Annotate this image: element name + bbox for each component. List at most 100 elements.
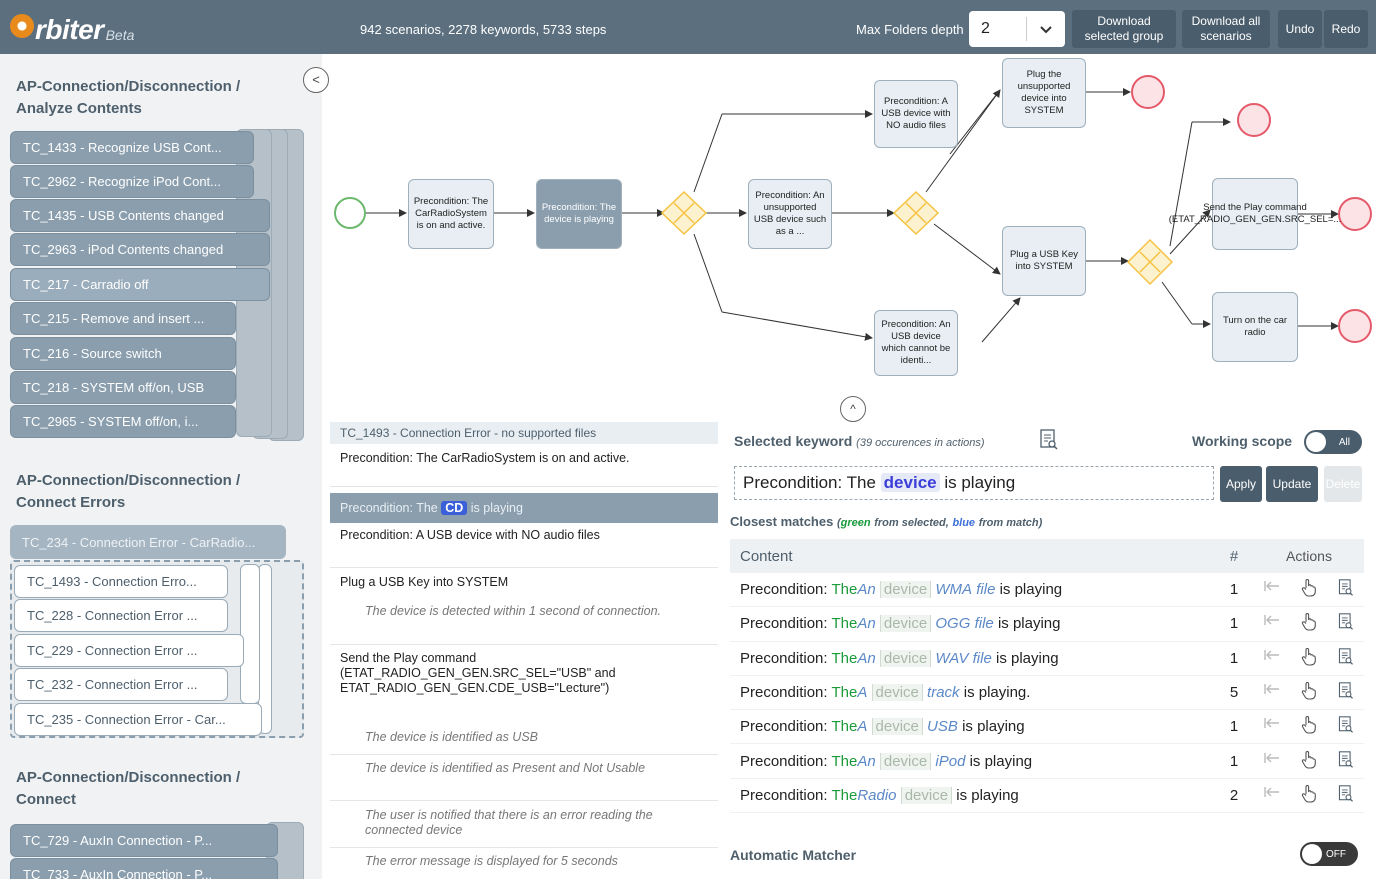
merge-icon[interactable] — [1264, 785, 1280, 806]
end-node[interactable] — [1338, 197, 1372, 231]
step[interactable]: Precondition: The CarRadioSystem is on a… — [330, 451, 718, 465]
closest-matches-label: Closest matches (green from selected, bl… — [730, 514, 1042, 529]
divider — [330, 800, 718, 801]
hand-pointer-icon[interactable] — [1301, 647, 1317, 669]
hand-pointer-icon[interactable] — [1301, 613, 1317, 634]
automatic-matcher-toggle[interactable]: OFF — [1300, 842, 1358, 866]
end-node[interactable] — [1237, 103, 1271, 137]
merge-icon[interactable] — [1264, 682, 1280, 703]
table-row[interactable]: Precondition: TheAn device WAV file is p… — [730, 642, 1364, 676]
scenario-item[interactable]: TC_216 - Source switch — [10, 337, 236, 370]
step[interactable]: Plug a USB Key into SYSTEM — [330, 575, 718, 589]
row-actions — [1254, 681, 1364, 703]
merge-icon[interactable] — [1264, 613, 1280, 634]
table-row[interactable]: Precondition: TheAn device WMA file is p… — [730, 573, 1364, 608]
table-row[interactable]: Precondition: TheAn device OGG file is p… — [730, 607, 1364, 642]
scenario-item[interactable]: TC_228 - Connection Error ... — [14, 599, 228, 632]
table-row[interactable]: Precondition: TheRadio device is playing… — [730, 779, 1364, 814]
download-all-button[interactable]: Download all scenarios — [1182, 10, 1270, 48]
match-count: 1 — [1229, 581, 1239, 599]
hand-pointer-icon[interactable] — [1301, 681, 1317, 703]
step-check[interactable]: The device is identified as USB — [330, 730, 718, 744]
graph-node[interactable]: Send the Play command (ETAT_RADIO_GEN_GE… — [1169, 178, 1341, 250]
working-scope-toggle[interactable]: All — [1304, 430, 1362, 454]
document-search-icon[interactable] — [1338, 785, 1354, 806]
scenario-item[interactable]: TC_1433 - Recognize USB Cont... — [10, 131, 254, 164]
end-node[interactable] — [1131, 75, 1165, 109]
graph-node[interactable]: Plug a USB Key into SYSTEM — [1002, 226, 1086, 296]
merge-icon[interactable] — [1264, 716, 1280, 737]
document-search-icon[interactable] — [1040, 429, 1058, 451]
download-selected-button[interactable]: Download selected group — [1072, 10, 1176, 48]
undo-button[interactable]: Undo — [1278, 10, 1322, 48]
document-search-icon[interactable] — [1338, 750, 1354, 772]
step[interactable]: Precondition: A USB device with NO audio… — [330, 528, 718, 542]
scenario-item[interactable]: TC_215 - Remove and insert ... — [10, 302, 236, 335]
scenario-item[interactable]: TC_235 - Connection Error - Car... — [14, 703, 262, 736]
toggle-knob — [1306, 432, 1326, 452]
gateway-node[interactable] — [892, 190, 940, 236]
match-word: iPod — [935, 752, 966, 770]
delete-button[interactable]: Delete — [1324, 466, 1362, 502]
document-search-icon[interactable] — [1338, 648, 1354, 669]
start-node[interactable] — [334, 197, 366, 229]
document-search-icon[interactable] — [1338, 682, 1354, 703]
scenario-item[interactable]: TC_1493 - Connection Erro... — [14, 565, 228, 598]
collapse-sidebar-button[interactable]: < — [303, 67, 329, 93]
chevron-down-icon[interactable] — [1027, 21, 1065, 37]
hand-pointer-icon[interactable] — [1301, 784, 1317, 806]
scenario-item[interactable]: TC_1435 - USB Contents changed — [10, 199, 270, 232]
scenario-item[interactable]: TC_229 - Connection Error ... — [14, 634, 244, 667]
end-node[interactable] — [1338, 309, 1372, 343]
merge-icon[interactable] — [1264, 648, 1280, 669]
graph-node[interactable]: Precondition: The CarRadioSystem is on a… — [408, 179, 494, 249]
hand-pointer-icon[interactable] — [1301, 750, 1317, 772]
match-word: A — [857, 718, 868, 736]
graph-node[interactable]: Precondition: An USB device which cannot… — [874, 310, 958, 376]
apply-button[interactable]: Apply — [1220, 466, 1262, 502]
keyword-chip[interactable]: device — [880, 473, 940, 492]
document-search-icon[interactable] — [1338, 613, 1354, 634]
scenario-item[interactable]: TC_2962 - Recognize iPod Cont... — [10, 165, 254, 198]
toggle-knob — [1302, 844, 1322, 864]
match-word: OGG — [935, 615, 971, 633]
keyword-chip[interactable]: CD — [441, 501, 468, 515]
table-row[interactable]: Precondition: TheA device USB is playing… — [730, 710, 1364, 745]
scenario-item[interactable]: TC_729 - AuxIn Connection - P... — [10, 824, 278, 857]
step-selected[interactable]: Precondition: The CD is playing — [330, 493, 718, 523]
scenario-item[interactable]: TC_217 - Carradio off — [10, 268, 270, 301]
graph-node-selected[interactable]: Precondition: The device is playing — [536, 179, 622, 249]
scenario-item[interactable]: TC_2963 - iPod Contents changed — [10, 233, 270, 266]
merge-icon[interactable] — [1264, 751, 1280, 772]
step-check[interactable]: The device is detected within 1 second o… — [330, 604, 718, 618]
graph-node[interactable]: Turn on the car radio — [1212, 292, 1298, 362]
keyword-input[interactable]: Precondition: The device is playing — [734, 466, 1214, 500]
update-button[interactable]: Update — [1266, 466, 1318, 502]
graph-collapse-button[interactable]: ^ — [840, 396, 866, 422]
step-check[interactable]: The device is identified as Present and … — [330, 761, 718, 775]
scenario-item[interactable]: TC_218 - SYSTEM off/on, USB — [10, 371, 236, 404]
document-search-icon[interactable] — [1338, 716, 1354, 737]
graph-node[interactable]: Precondition: An unsupported USB device … — [748, 179, 832, 249]
document-search-icon[interactable] — [1338, 579, 1354, 600]
step[interactable]: Send the Play command (ETAT_RADIO_GEN_GE… — [330, 651, 718, 696]
gateway-node[interactable] — [660, 190, 708, 236]
hand-pointer-icon[interactable] — [1301, 716, 1317, 737]
table-row[interactable]: Precondition: TheA device track is playi… — [730, 676, 1364, 711]
hand-pointer-icon[interactable] — [1301, 579, 1317, 600]
gateway-node[interactable] — [1126, 238, 1174, 286]
graph-node[interactable]: Plug the unsupported device into SYSTEM — [1002, 58, 1086, 128]
graph-node[interactable]: Precondition: A USB device with NO audio… — [874, 80, 958, 148]
match-prefix: Precondition: — [740, 684, 828, 702]
merge-icon[interactable] — [1264, 579, 1280, 600]
scenario-item[interactable]: TC_232 - Connection Error ... — [14, 668, 228, 701]
depth-select[interactable]: 2 — [969, 11, 1065, 47]
step-check[interactable]: The error message is displayed for 5 sec… — [330, 854, 718, 868]
step-check[interactable]: The user is notified that there is an er… — [330, 808, 718, 838]
scenario-item[interactable]: TC_733 - AuxIn Connection - P... — [10, 858, 278, 879]
redo-button[interactable]: Redo — [1324, 10, 1368, 48]
scenario-item[interactable]: TC_2965 - SYSTEM off/on, i... — [10, 405, 236, 438]
match-selected-word: The — [831, 615, 858, 633]
table-row[interactable]: Precondition: TheAn device iPod is playi… — [730, 744, 1364, 779]
group-header-item[interactable]: TC_234 - Connection Error - CarRadio... — [10, 525, 286, 559]
